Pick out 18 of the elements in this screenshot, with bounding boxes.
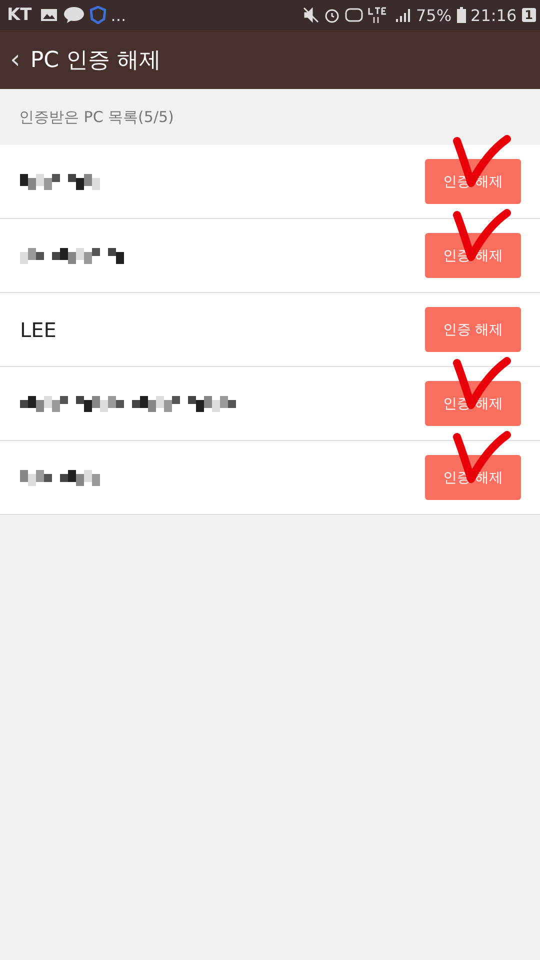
battery-percent: 75% <box>416 6 452 24</box>
device-name: LEE <box>20 318 56 342</box>
notification-count-badge: 1 <box>522 8 536 22</box>
battery-icon <box>456 7 466 23</box>
more-notifications-label: ... <box>110 6 126 24</box>
back-button[interactable]: ‹ <box>10 44 20 74</box>
carrier-label: KT <box>7 5 32 25</box>
clock: 21:16 <box>470 6 517 24</box>
signal-icon <box>394 7 411 23</box>
screen-title: PC 인증 해제 <box>30 46 162 74</box>
section-header: 인증받은 PC 목록(5/5) <box>18 106 175 128</box>
hd-voice-icon <box>344 8 363 22</box>
shield-icon <box>90 6 106 24</box>
muted-speaker-icon <box>302 7 319 23</box>
alarm-icon <box>324 7 340 23</box>
image-icon <box>40 7 58 23</box>
deauthorize-button[interactable]: 인증 해제 <box>425 307 521 352</box>
chat-bubble-icon <box>62 6 85 24</box>
